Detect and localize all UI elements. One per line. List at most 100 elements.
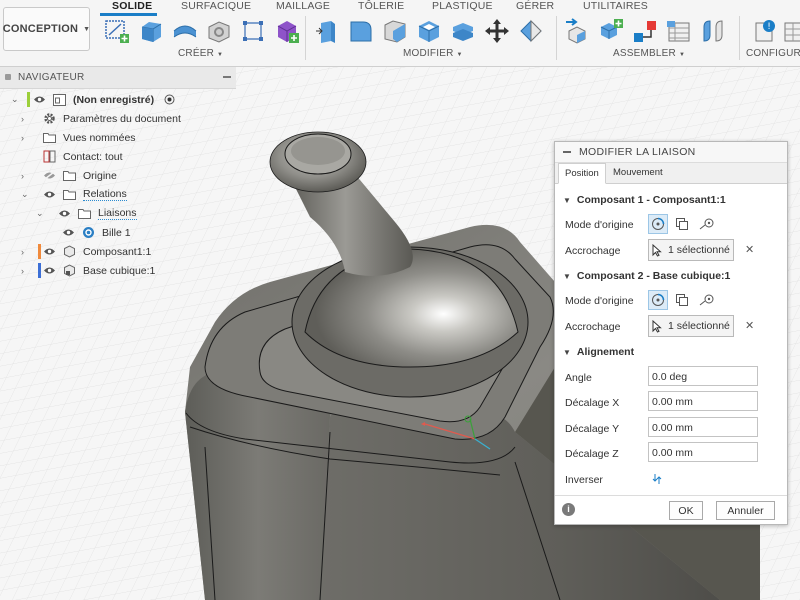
chevron-down-icon[interactable]: ⌄: [11, 94, 21, 105]
tab-plastic[interactable]: PLASTIQUE: [432, 0, 493, 12]
tab-position[interactable]: Position: [558, 163, 606, 184]
origin-mode-simple-icon[interactable]: [648, 290, 668, 310]
eye-icon[interactable]: [60, 226, 76, 240]
tree-item-joints[interactable]: ⌄ Liaisons: [36, 204, 137, 223]
chevron-down-icon[interactable]: ⌄: [36, 208, 46, 219]
ok-button[interactable]: OK: [669, 501, 703, 520]
eye-icon[interactable]: [41, 264, 57, 278]
tree-item-origin[interactable]: › Origine: [21, 166, 117, 185]
as-built-joint-icon[interactable]: [631, 17, 659, 45]
chevron-right-icon[interactable]: ›: [21, 171, 31, 181]
toolbar-divider: [556, 16, 557, 60]
configure-icon[interactable]: !: [752, 17, 780, 45]
eye-icon[interactable]: [31, 93, 47, 107]
tree-item-ball-joint[interactable]: Bille 1: [60, 223, 131, 242]
combine-icon[interactable]: [449, 17, 477, 45]
tree-item-label: Liaisons: [98, 207, 137, 220]
workspace-dropdown[interactable]: CONCEPTION ▼: [3, 7, 90, 51]
clear-selection-button[interactable]: ✕: [745, 243, 754, 256]
extrude-icon[interactable]: [137, 17, 165, 45]
tree-item-label: Relations: [83, 188, 127, 201]
tree-item-document-settings[interactable]: › Paramètres du document: [21, 109, 181, 128]
move-icon[interactable]: [483, 17, 511, 45]
tree-item-component1[interactable]: › Composant1:1: [21, 242, 151, 261]
tree-item-cube-base[interactable]: › Base cubique:1: [21, 261, 155, 280]
info-icon[interactable]: i: [562, 503, 575, 516]
loft-icon[interactable]: [239, 17, 267, 45]
joint-origin-icon[interactable]: [665, 17, 693, 45]
new-component-icon[interactable]: [563, 17, 591, 45]
chevron-right-icon[interactable]: ›: [21, 266, 31, 276]
eye-icon[interactable]: [41, 245, 57, 259]
section-alignment[interactable]: ▼ Alignement: [563, 346, 634, 358]
section-component1[interactable]: ▼ Composant 1 - Composant1:1: [563, 194, 726, 206]
activate-radio-icon[interactable]: [164, 94, 175, 105]
section-component2[interactable]: ▼ Composant 2 - Base cubique:1: [563, 270, 730, 282]
new-sketch-icon[interactable]: [103, 17, 131, 45]
tab-surface[interactable]: SURFACIQUE: [181, 0, 251, 12]
snap-selection-2[interactable]: 1 sélectionné: [648, 315, 734, 337]
offset-y-input[interactable]: 0.00 mm: [648, 417, 758, 437]
joint-icon[interactable]: [597, 17, 625, 45]
shell-icon[interactable]: [415, 17, 443, 45]
create-form-icon[interactable]: [273, 17, 301, 45]
tree-item-named-views[interactable]: › Vues nommées: [21, 128, 136, 147]
tab-manage[interactable]: GÉRER: [516, 0, 554, 12]
motion-link-icon[interactable]: [699, 17, 727, 45]
chevron-right-icon[interactable]: ›: [21, 114, 31, 124]
origin-mode-between-icon[interactable]: [672, 290, 692, 310]
flip-icon[interactable]: [652, 473, 662, 485]
snap-selection-1[interactable]: 1 sélectionné: [648, 239, 734, 261]
toolbar-divider: [739, 16, 740, 60]
origin-mode-twoface-icon[interactable]: [697, 290, 717, 310]
collapse-icon[interactable]: [223, 76, 231, 78]
eye-hidden-icon[interactable]: [41, 169, 57, 183]
chevron-down-icon[interactable]: ⌄: [21, 189, 31, 200]
dialog-tabs: Position Mouvement: [555, 163, 787, 184]
tree-item-relations[interactable]: ⌄ Relations: [21, 185, 127, 204]
origin-mode-simple-icon[interactable]: [648, 214, 668, 234]
clear-selection-button[interactable]: ✕: [745, 319, 754, 332]
minimize-icon[interactable]: [563, 151, 571, 153]
revolve-icon[interactable]: [171, 17, 199, 45]
gear-icon: [41, 112, 57, 126]
tree-item-label: Bille 1: [102, 226, 131, 239]
tab-solid[interactable]: SOLIDE: [112, 0, 152, 12]
tab-mesh[interactable]: MAILLAGE: [276, 0, 330, 12]
group-assemble[interactable]: ASSEMBLER ▼: [613, 48, 685, 59]
eye-icon[interactable]: [56, 207, 72, 221]
offset-z-input[interactable]: 0.00 mm: [648, 442, 758, 462]
chevron-right-icon[interactable]: ›: [21, 133, 31, 143]
tree-item-contact[interactable]: Contact: tout: [31, 147, 123, 166]
panel-handle-icon[interactable]: [5, 74, 11, 80]
invert-label: Inverser: [565, 474, 603, 486]
offset-x-input[interactable]: 0.00 mm: [648, 391, 758, 411]
press-pull-icon[interactable]: [313, 17, 341, 45]
sweep-icon[interactable]: [205, 17, 233, 45]
group-create[interactable]: CRÉER ▼: [178, 48, 223, 59]
tab-utilities[interactable]: UTILITAIRES: [583, 0, 648, 12]
cursor-icon: [652, 243, 666, 257]
eye-icon[interactable]: [41, 188, 57, 202]
tree-item-root[interactable]: ⌄ (Non enregistré): [11, 90, 175, 109]
offset-x-label: Décalage X: [565, 397, 620, 409]
tree-item-label: Paramètres du document: [63, 112, 181, 125]
angle-input[interactable]: 0.0 deg: [648, 366, 758, 386]
group-configure[interactable]: CONFIGURER: [746, 48, 800, 59]
chevron-down-icon: ▼: [563, 272, 571, 281]
cancel-button[interactable]: Annuler: [716, 501, 775, 520]
align-icon[interactable]: [517, 17, 545, 45]
browser-navigator: NAVIGATEUR: [0, 67, 236, 89]
fillet-icon[interactable]: [347, 17, 375, 45]
dialog-header[interactable]: MODIFIER LA LIAISON: [555, 142, 787, 163]
chamfer-icon[interactable]: [381, 17, 409, 45]
origin-mode-between-icon[interactable]: [672, 214, 692, 234]
tab-sheet-metal[interactable]: TÔLERIE: [358, 0, 404, 12]
origin-mode-twoface-icon[interactable]: [697, 214, 717, 234]
configure-table-icon[interactable]: [783, 17, 800, 45]
tab-motion[interactable]: Mouvement: [607, 163, 669, 182]
group-modify[interactable]: MODIFIER ▼: [403, 48, 463, 59]
origin-mode-label: Mode d'origine: [565, 295, 634, 307]
chevron-down-icon: ▼: [563, 348, 571, 357]
chevron-right-icon[interactable]: ›: [21, 247, 31, 257]
